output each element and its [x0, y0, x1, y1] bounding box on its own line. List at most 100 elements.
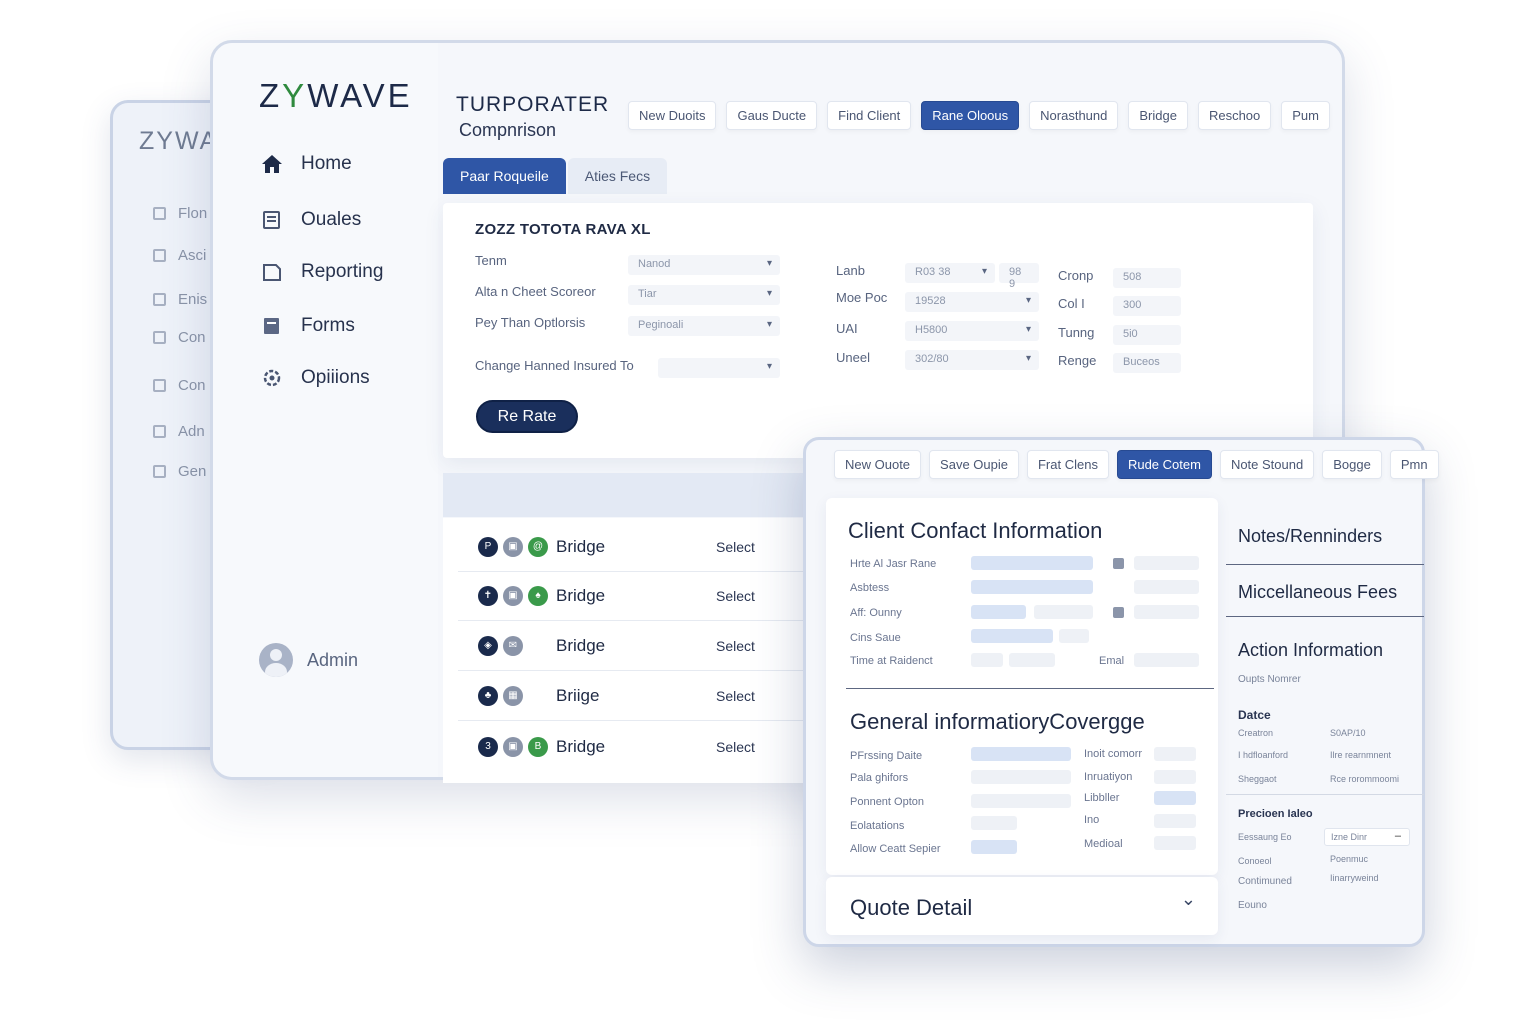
field-select[interactable] — [658, 358, 780, 378]
quote-detail-accordion[interactable]: Quote Detail ⌄ — [826, 877, 1218, 935]
toolbar-button[interactable]: New Ouote — [834, 450, 922, 479]
field-input[interactable] — [1134, 605, 1199, 619]
precision-key: Eessaung Eo — [1238, 832, 1292, 842]
field-input[interactable] — [1059, 629, 1089, 643]
date-key: Sheggaot — [1238, 774, 1277, 784]
toolbar-button[interactable]: Bogge — [1322, 450, 1382, 479]
toolbar-button-active[interactable]: Rane Oloous — [921, 101, 1020, 130]
field-value[interactable]: 508 — [1113, 268, 1181, 288]
field-label: Hrte Al Jasr Rane — [850, 558, 937, 570]
doc-icon — [153, 207, 166, 220]
toolbar-button[interactable]: Pmn — [1389, 450, 1439, 479]
field-label: Moe Poc — [836, 290, 888, 305]
notes-heading[interactable]: Notes/Renninders — [1238, 526, 1382, 547]
field-label: Renge — [1058, 353, 1097, 368]
precision-value: Poenmuc — [1330, 854, 1369, 864]
field-value[interactable]: 5i0 — [1113, 325, 1181, 345]
field-label: Inruatiyon — [1084, 771, 1133, 783]
sidebar-item-forms[interactable]: Forms — [261, 315, 355, 337]
field-select[interactable]: H5800 — [905, 321, 1039, 341]
toolbar-button[interactable]: Bridge — [1128, 101, 1188, 130]
field-input[interactable] — [1034, 605, 1093, 619]
toolbar-button[interactable]: Gaus Ducte — [726, 101, 818, 130]
carrier-icon: ▣ — [503, 736, 523, 757]
tab[interactable]: Aties Fecs — [567, 158, 668, 194]
toolbar-button[interactable]: Reschoo — [1197, 101, 1272, 130]
field-select[interactable]: 302/80 — [905, 350, 1039, 370]
field-input[interactable] — [971, 770, 1071, 784]
sidebar-item-options[interactable]: Opiiions — [261, 367, 370, 389]
toolbar-button[interactable]: Pum — [1281, 101, 1330, 130]
field-input[interactable] — [971, 794, 1071, 808]
field-value[interactable]: Buceos — [1113, 353, 1181, 373]
tab-active[interactable]: Paar Roqueile — [443, 158, 566, 194]
select-link[interactable]: Select — [716, 588, 755, 604]
select-link[interactable]: Select — [716, 739, 755, 755]
toolbar-button[interactable]: Save Oupie — [929, 450, 1019, 479]
select-link[interactable]: Select — [716, 688, 755, 704]
field-input[interactable] — [1154, 791, 1196, 805]
toolbar-button[interactable]: Frat Clens — [1026, 450, 1109, 479]
section-title: General informatioryCovergge — [850, 709, 1145, 734]
back-nav-item[interactable]: Adn — [153, 423, 205, 440]
misc-fees-heading[interactable]: Miccellaneous Fees — [1238, 582, 1397, 603]
field-input[interactable] — [1154, 814, 1196, 828]
field-input[interactable] — [971, 556, 1093, 570]
field-select[interactable]: Nanod — [628, 255, 780, 275]
select-link[interactable]: Select — [716, 539, 755, 555]
field-value[interactable]: 98 9 — [999, 263, 1039, 290]
field-input[interactable] — [1154, 836, 1196, 850]
sidebar-item-reporting[interactable]: Reporting — [261, 261, 383, 283]
field-value[interactable]: 300 — [1113, 296, 1181, 316]
back-nav-item[interactable]: Gen — [153, 463, 206, 480]
field-input[interactable] — [971, 605, 1026, 619]
toolbar-button[interactable]: Note Stound — [1219, 450, 1315, 479]
back-nav-item[interactable]: Flon — [153, 205, 207, 222]
field-input[interactable] — [971, 580, 1093, 594]
carrier-icon: B — [528, 736, 548, 757]
sidebar-item-quotes[interactable]: Ouales — [261, 209, 361, 231]
back-nav-item[interactable]: Con — [153, 329, 206, 346]
field-input[interactable] — [1134, 653, 1199, 667]
field-input[interactable] — [971, 653, 1003, 667]
date-key: Creatron — [1238, 728, 1274, 738]
action-info-heading[interactable]: Action Information — [1238, 640, 1383, 661]
carrier-icon: 3 — [478, 736, 498, 757]
field-input[interactable] — [971, 747, 1071, 761]
carrier-icon: ✝ — [478, 586, 498, 606]
field-input[interactable] — [971, 629, 1053, 643]
list-row: ◈ ✉ Bridge Select — [458, 622, 818, 671]
field-select[interactable]: R03 38 — [905, 263, 995, 283]
precision-select[interactable]: Izne Dinr — [1324, 828, 1410, 846]
select-link[interactable]: Select — [716, 638, 755, 654]
divider — [1226, 616, 1424, 617]
toolbar-button[interactable]: New Duoits — [628, 101, 717, 130]
field-input[interactable] — [1154, 770, 1196, 784]
back-nav-item[interactable]: Con — [153, 377, 206, 394]
field-input[interactable] — [971, 840, 1017, 854]
field-input[interactable] — [1009, 653, 1055, 667]
reporting-icon — [263, 264, 281, 281]
toolbar-button[interactable]: Norasthund — [1029, 101, 1119, 130]
toolbar-button-active[interactable]: Rude Cotem — [1116, 450, 1212, 479]
field-input[interactable] — [1134, 580, 1199, 594]
field-select[interactable]: Peginoali — [628, 316, 780, 336]
toolbar-button[interactable]: Find Client — [827, 101, 912, 130]
page-subtitle: Compnrison — [459, 120, 557, 140]
field-input[interactable] — [1154, 747, 1196, 761]
field-label: Tunng — [1058, 325, 1095, 340]
rerate-button[interactable]: Re Rate — [476, 400, 578, 433]
section-title: Client Confact Information — [848, 518, 1103, 543]
image-icon — [153, 465, 166, 478]
admin-user[interactable]: Admin — [259, 643, 358, 677]
field-select[interactable]: Tiar — [628, 285, 780, 305]
field-label: Ino — [1084, 814, 1100, 826]
back-nav-item[interactable]: Enis — [153, 291, 207, 308]
back-nav-item[interactable]: Asci — [153, 247, 206, 264]
field-input[interactable] — [1134, 556, 1199, 570]
field-select[interactable]: 19528 — [905, 292, 1039, 312]
chevron-down-icon[interactable]: ⌄ — [1181, 889, 1196, 910]
mail-icon — [1113, 607, 1124, 618]
sidebar-item-home[interactable]: Home — [261, 153, 352, 175]
field-input[interactable] — [971, 816, 1017, 830]
